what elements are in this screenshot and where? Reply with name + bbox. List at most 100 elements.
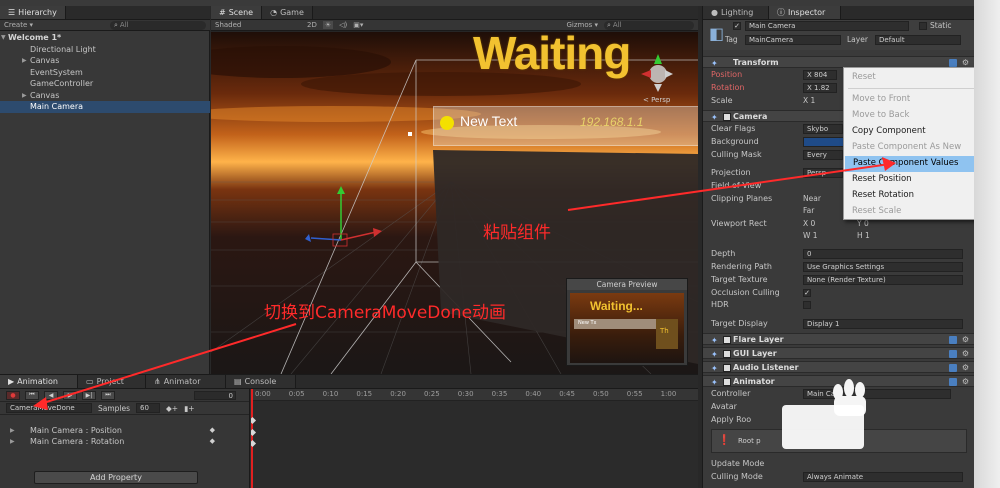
hdr-checkbox[interactable]: [803, 301, 811, 309]
occlusion-culling-checkbox[interactable]: ✓: [803, 289, 811, 297]
hierarchy-item[interactable]: Directional Light: [0, 44, 210, 56]
projection-dropdown[interactable]: Persp: [803, 168, 843, 178]
first-frame-button[interactable]: ⏮: [25, 390, 39, 400]
target-texture-field[interactable]: None (Render Texture): [803, 275, 963, 285]
audio-listener-component-header[interactable]: ✦ Audio Listener ⚙: [703, 361, 974, 373]
gear-icon[interactable]: ⚙: [962, 334, 969, 345]
add-event-icon[interactable]: ▮+: [184, 404, 194, 413]
tab-inspector[interactable]: ⓘ Inspector: [769, 6, 841, 19]
prev-frame-button[interactable]: ◀: [44, 390, 58, 400]
create-dropdown[interactable]: Create ▾: [4, 21, 33, 29]
clip-dropdown[interactable]: CameraMoveDone: [6, 403, 92, 413]
image-icon[interactable]: ▣▾: [353, 21, 363, 29]
annotation-paste-component: 粘贴组件: [483, 223, 551, 243]
timeline-keyframe[interactable]: [251, 416, 257, 425]
speaker-icon[interactable]: ◁): [339, 21, 347, 29]
animation-timeline[interactable]: 0:00 0:05 0:10 0:15 0:20 0:25 0:30 0:35 0:40 0:45…: [251, 389, 698, 488]
tab-scene[interactable]: # Scene: [211, 6, 263, 19]
scene-search-input[interactable]: ⌕ All: [604, 20, 694, 30]
timeline-keyframe[interactable]: [251, 439, 257, 448]
gui-layer-component-header[interactable]: ✦ GUI Layer ⚙: [703, 347, 974, 359]
hierarchy-item[interactable]: Main Camera: [0, 101, 210, 113]
rotation-x-field[interactable]: X 1.82: [803, 83, 837, 93]
tab-lighting[interactable]: ● Lighting: [703, 6, 769, 19]
help-book-icon[interactable]: [949, 336, 957, 344]
animated-property-row[interactable]: ▶ Main Camera : Position ◆: [0, 425, 249, 436]
hierarchy-item[interactable]: ▼ Welcome 1*: [0, 32, 210, 44]
camera-preview-image: Waiting... New Tx Th: [570, 293, 684, 363]
component-enabled-checkbox[interactable]: [723, 350, 731, 358]
info-icon: ❗: [718, 435, 731, 446]
keyframe-diamond-icon[interactable]: ◆: [210, 436, 215, 447]
hierarchy-item[interactable]: EventSystem: [0, 67, 210, 79]
clear-flags-dropdown[interactable]: Skybo: [803, 124, 843, 134]
static-checkbox[interactable]: [919, 22, 927, 30]
timeline-ruler[interactable]: 0:00 0:05 0:10 0:15 0:20 0:25 0:30 0:35 0:40 0:45…: [251, 389, 698, 401]
shading-mode-dropdown[interactable]: Shaded: [215, 21, 299, 29]
timeline-keyframe[interactable]: [251, 428, 257, 437]
flare-layer-component-header[interactable]: ✦ Flare Layer ⚙: [703, 333, 974, 345]
inspector-row: Target Texture None (Render Texture): [703, 274, 974, 287]
component-enabled-checkbox[interactable]: [723, 113, 731, 121]
gizmos-dropdown[interactable]: Gizmos ▾: [566, 21, 598, 29]
sun-icon[interactable]: ☀: [322, 21, 334, 29]
foldout-arrow-icon[interactable]: ▼: [1, 32, 6, 44]
hierarchy-search-input[interactable]: ⌕ All: [110, 20, 206, 30]
help-book-icon[interactable]: [949, 364, 957, 372]
layer-dropdown[interactable]: Default: [875, 35, 961, 45]
tab-game[interactable]: ◔ Game: [262, 6, 313, 19]
next-frame-button[interactable]: ▶|: [82, 390, 96, 400]
field-label: Occlusion Culling: [711, 288, 780, 297]
tab-project[interactable]: ▭ Project: [78, 375, 146, 388]
current-frame-field[interactable]: 0: [194, 390, 236, 400]
help-book-icon[interactable]: [949, 378, 957, 386]
help-book-icon[interactable]: [949, 350, 957, 358]
add-keyframe-icon[interactable]: ◆+: [166, 404, 178, 413]
hierarchy-item[interactable]: ▶ Canvas: [0, 90, 210, 102]
foldout-arrow-icon[interactable]: ▶: [10, 425, 15, 436]
field-label: Clear Flags: [711, 124, 756, 133]
tab-console[interactable]: ▤ Console: [226, 375, 296, 388]
rendering-path-dropdown[interactable]: Use Graphics Settings: [803, 262, 963, 272]
component-enabled-checkbox[interactable]: [723, 336, 731, 344]
tab-animation[interactable]: ▶ Animation: [0, 375, 78, 388]
timeline-tick-label: 0:20: [390, 390, 406, 398]
component-enabled-checkbox[interactable]: [723, 364, 731, 372]
samples-label: Samples: [98, 403, 131, 413]
gear-icon[interactable]: ⚙: [962, 376, 969, 387]
hierarchy-item[interactable]: GameController: [0, 78, 210, 90]
last-frame-button[interactable]: ⏭: [101, 390, 115, 400]
target-display-dropdown[interactable]: Display 1: [803, 319, 963, 329]
hierarchy-item-label: Canvas: [30, 56, 60, 65]
record-button[interactable]: ●: [6, 390, 20, 400]
play-button[interactable]: ▶: [63, 390, 77, 400]
gear-icon[interactable]: ⚙: [962, 362, 969, 373]
object-name-field[interactable]: Main Camera: [745, 21, 909, 31]
controller-field[interactable]: Main Ca: [803, 389, 951, 399]
scene-viewport[interactable]: Waiting < Persp New Text 192.168.1.1 粘贴组…: [211, 32, 698, 374]
component-enabled-checkbox[interactable]: [723, 378, 731, 386]
culling-mask-dropdown[interactable]: Every: [803, 150, 843, 160]
culling-mode-dropdown[interactable]: Always Animate: [803, 472, 963, 482]
animated-property-row[interactable]: ▶ Main Camera : Rotation ◆: [0, 436, 249, 447]
tab-animator[interactable]: ⋔ Animator: [146, 375, 226, 388]
timeline-tick-label: 0:45: [559, 390, 575, 398]
persp-label[interactable]: < Persp: [643, 96, 670, 104]
foldout-arrow-icon[interactable]: ▶: [10, 436, 15, 447]
tag-dropdown[interactable]: MainCamera: [745, 35, 841, 45]
foldout-arrow-icon[interactable]: ▶: [22, 55, 27, 67]
add-property-button[interactable]: Add Property: [34, 471, 198, 484]
hierarchy-item[interactable]: ▶ Canvas: [0, 55, 210, 67]
console-icon: ▤: [234, 377, 242, 386]
mode-2d-toggle[interactable]: 2D: [307, 21, 317, 29]
samples-field[interactable]: 60: [136, 403, 161, 413]
tab-hierarchy[interactable]: ☰ Hierarchy: [0, 6, 66, 19]
help-book-icon[interactable]: [949, 59, 957, 67]
gear-icon[interactable]: ⚙: [962, 348, 969, 359]
object-active-checkbox[interactable]: ✓: [733, 22, 741, 30]
position-x-field[interactable]: X 804: [803, 70, 837, 80]
foldout-arrow-icon[interactable]: ▶: [22, 90, 27, 102]
depth-field[interactable]: 0: [803, 249, 963, 259]
keyframe-diamond-icon[interactable]: ◆: [210, 425, 215, 436]
camera-preview-side-label: Th: [660, 327, 669, 335]
